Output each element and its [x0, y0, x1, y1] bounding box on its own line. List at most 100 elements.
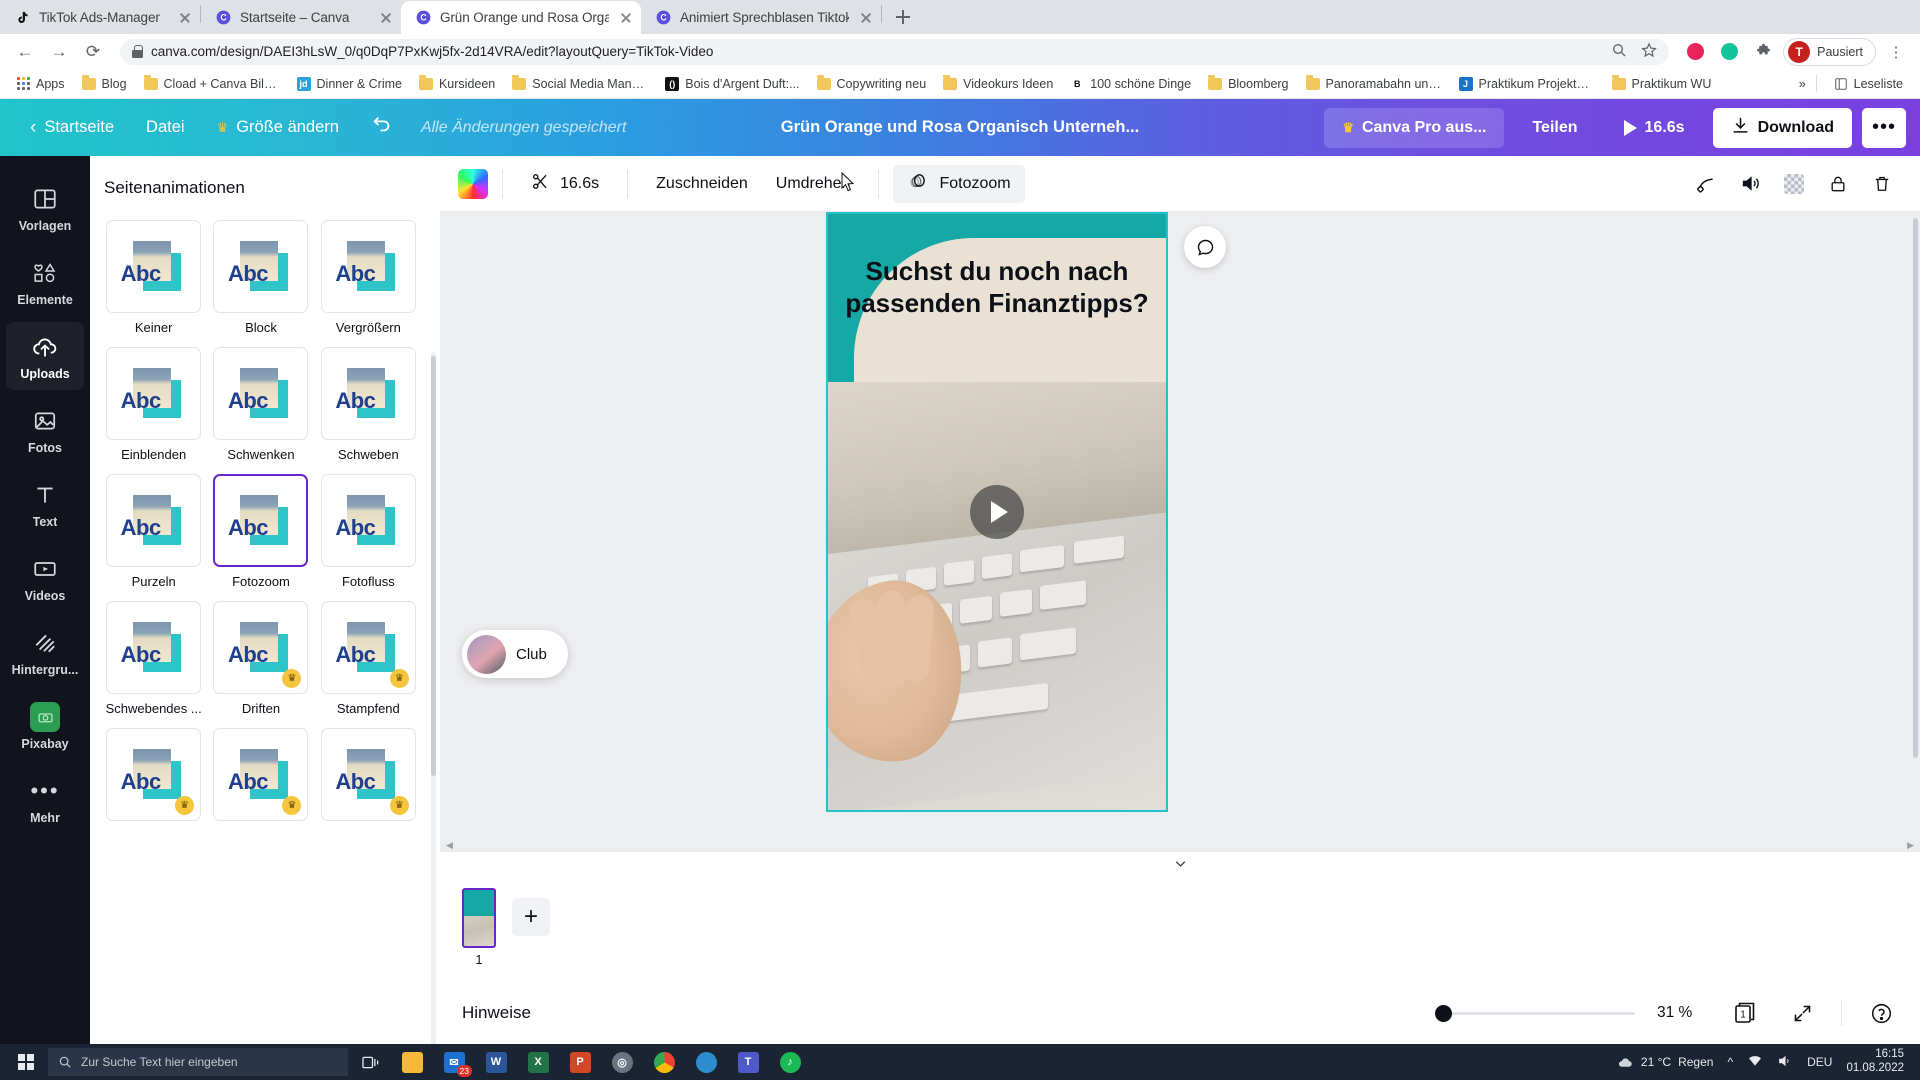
transparency-icon[interactable]: [1774, 165, 1814, 203]
sidebar-item-pixabay[interactable]: Pixabay: [6, 692, 84, 760]
bookmark-item[interactable]: Cload + Canva Bilder: [137, 74, 287, 94]
animation-option[interactable]: Abc Vergrößern: [319, 220, 418, 335]
extension-red-icon[interactable]: [1681, 38, 1709, 66]
kebab-icon[interactable]: ⋮: [1882, 38, 1910, 66]
forward-icon[interactable]: →: [44, 37, 74, 67]
bookmark-item[interactable]: Praktikum WU: [1605, 74, 1719, 94]
canvas-vertical-scrollbar[interactable]: [1913, 218, 1918, 758]
add-page-button[interactable]: +: [512, 898, 550, 936]
home-button[interactable]: ‹ Startseite: [14, 108, 130, 148]
star-icon[interactable]: [1641, 42, 1657, 61]
bookmark-item[interactable]: Social Media Mana...: [505, 74, 655, 94]
edge-button[interactable]: [686, 1044, 726, 1080]
chevron-up-icon[interactable]: ^: [1727, 1055, 1733, 1069]
bookmark-item[interactable]: Kursideen: [412, 74, 502, 94]
spotify-button[interactable]: ♪: [770, 1044, 810, 1080]
excel-button[interactable]: X: [518, 1044, 558, 1080]
sidebar-item-uploads[interactable]: Uploads: [6, 322, 84, 390]
close-icon[interactable]: [617, 9, 635, 27]
close-icon[interactable]: [377, 9, 395, 27]
wifi-icon[interactable]: [1747, 1053, 1763, 1072]
file-menu-button[interactable]: Datei: [130, 108, 201, 148]
clock[interactable]: 16:15 01.08.2022: [1846, 1048, 1904, 1075]
volume-icon[interactable]: [1730, 165, 1770, 203]
club-chip[interactable]: Club: [462, 630, 568, 678]
animation-option[interactable]: Abc Einblenden: [104, 347, 203, 462]
design-canvas[interactable]: Suchst du noch nach passenden Finanztipp…: [826, 212, 1168, 812]
mail-button[interactable]: ✉ 23: [434, 1044, 474, 1080]
address-bar[interactable]: canva.com/design/DAEI3hLsW_0/q0DqP7PxKwj…: [120, 38, 1670, 65]
powerpoint-button[interactable]: P: [560, 1044, 600, 1080]
overflow-chevron-icon[interactable]: »: [1799, 77, 1806, 91]
animation-option[interactable]: Abc ♛ Driften: [211, 601, 310, 716]
animation-option[interactable]: Abc Fotofluss: [319, 474, 418, 589]
sidebar-item-mehr[interactable]: ••• Mehr: [6, 766, 84, 834]
bookmark-item[interactable]: B 100 schöne Dinge: [1063, 74, 1198, 94]
color-swatch-button[interactable]: [458, 168, 488, 199]
animation-option[interactable]: Abc Purzeln: [104, 474, 203, 589]
bookmark-item[interactable]: () Bois d'Argent Duft:...: [658, 74, 806, 94]
chrome-button[interactable]: [644, 1044, 684, 1080]
start-button[interactable]: [6, 1044, 46, 1080]
reload-icon[interactable]: ⟳: [78, 37, 108, 67]
sidebar-item-hintergrund[interactable]: Hintergru...: [6, 618, 84, 686]
animation-option[interactable]: Abc Schwenken: [211, 347, 310, 462]
word-button[interactable]: W: [476, 1044, 516, 1080]
sidebar-item-vorlagen[interactable]: Vorlagen: [6, 174, 84, 242]
bookmark-apps[interactable]: Apps: [10, 74, 72, 94]
scroll-right-arrow-icon[interactable]: ▶: [1907, 840, 1914, 851]
play-button[interactable]: [970, 485, 1024, 539]
photozoom-button[interactable]: Fotozoom: [893, 164, 1025, 203]
speaker-icon[interactable]: [1777, 1053, 1793, 1072]
bookmark-item[interactable]: Panoramabahn und...: [1299, 74, 1449, 94]
canvas-horizontal-scrollbar[interactable]: ◀ ▶: [440, 838, 1920, 852]
panel-scrollbar[interactable]: [431, 356, 436, 776]
browser-tab[interactable]: C Startseite – Canva: [201, 1, 401, 34]
lock-icon[interactable]: [1818, 165, 1858, 203]
resize-button[interactable]: ♛ Größe ändern: [201, 108, 355, 148]
animation-option[interactable]: Abc Schwebendes ...: [104, 601, 203, 716]
search-input[interactable]: Zur Suche Text hier eingeben: [48, 1048, 348, 1076]
sidebar-item-videos[interactable]: Videos: [6, 544, 84, 612]
bookmark-item[interactable]: Blog: [75, 74, 134, 94]
weather-widget[interactable]: 21 °C Regen: [1617, 1054, 1713, 1071]
page-count-button[interactable]: 1: [1729, 996, 1763, 1030]
bookmark-item[interactable]: J Praktikum Projektm...: [1452, 74, 1602, 94]
zoom-icon[interactable]: [1611, 42, 1627, 61]
animation-option[interactable]: Abc Keiner: [104, 220, 203, 335]
bookmark-item[interactable]: Copywriting neu: [810, 74, 934, 94]
back-icon[interactable]: ←: [10, 37, 40, 67]
animate-icon[interactable]: [1686, 165, 1726, 203]
canva-pro-button[interactable]: ♛ Canva Pro aus...: [1324, 107, 1505, 148]
disc-button[interactable]: ◎: [602, 1044, 642, 1080]
browser-tab[interactable]: C Animiert Sprechblasen Tiktok-Hi: [641, 1, 881, 34]
zoom-slider[interactable]: [1435, 1003, 1635, 1023]
extension-puzzle-icon[interactable]: [1749, 38, 1777, 66]
animation-option[interactable]: Abc Block: [211, 220, 310, 335]
design-title[interactable]: Grün Orange und Rosa Organisch Unterneh.…: [781, 118, 1139, 137]
notes-button[interactable]: Hinweise: [462, 1003, 531, 1023]
bookmark-item[interactable]: jd Dinner & Crime: [290, 74, 409, 94]
page-thumbnail[interactable]: [462, 888, 496, 948]
download-button[interactable]: Download: [1712, 107, 1852, 148]
undo-button[interactable]: [355, 108, 409, 148]
teams-button[interactable]: T: [728, 1044, 768, 1080]
file-explorer-button[interactable]: [392, 1044, 432, 1080]
page-item[interactable]: 1: [462, 888, 496, 967]
trim-button[interactable]: 16.6s: [517, 165, 613, 203]
browser-tab[interactable]: TikTok Ads-Manager: [0, 1, 200, 34]
reading-list-button[interactable]: Leseliste: [1827, 74, 1910, 94]
close-icon[interactable]: [176, 9, 194, 27]
slider-knob[interactable]: [1435, 1004, 1452, 1022]
animation-option[interactable]: Abc ♛ Stampfend: [319, 601, 418, 716]
task-view-button[interactable]: [350, 1044, 390, 1080]
profile-button[interactable]: T Pausiert: [1783, 37, 1876, 66]
collapse-pages-button[interactable]: [440, 852, 1920, 874]
help-button[interactable]: [1864, 996, 1898, 1030]
animation-option-selected[interactable]: Abc Fotozoom: [211, 474, 310, 589]
sidebar-item-text[interactable]: Text: [6, 470, 84, 538]
animation-option[interactable]: Abc ♛: [211, 728, 310, 828]
close-icon[interactable]: [857, 9, 875, 27]
bookmark-item[interactable]: Videokurs Ideen: [936, 74, 1060, 94]
preview-button[interactable]: 16.6s: [1606, 108, 1703, 148]
